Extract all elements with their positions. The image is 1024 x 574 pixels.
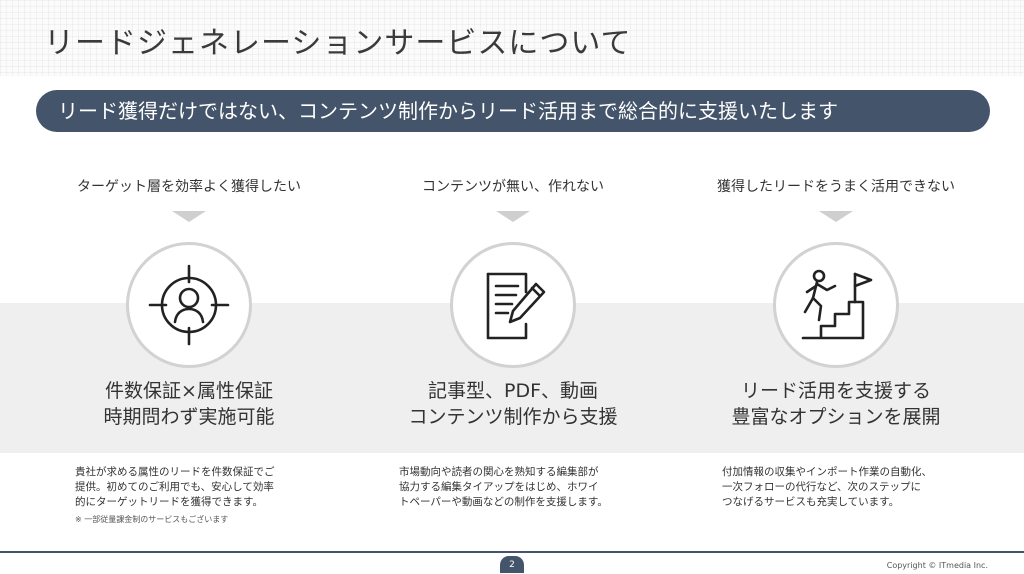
feature-description: 付加情報の収集やインポート作業の自動化、 一次フォローの代行など、次のステップに… [722, 466, 932, 508]
question-text: コンテンツが無い、作れない [422, 179, 604, 195]
feature-description: 市場動向や読者の関心を熟知する編集部が 協力する編集タイアップをはじめ、ホワイ … [399, 466, 608, 508]
feature-headline: 記事型、PDF、動画 コンテンツ制作から支援 [408, 380, 618, 428]
feature-description: 貴社が求める属性のリードを件数保証でご 提供。初めてのご利用でも、安心して効率 … [75, 466, 275, 508]
summary-banner: リード獲得だけではない、コンテンツ制作からリード活用まで総合的に支援いたします [36, 90, 990, 132]
feature-column-3: 獲得したリードをうまく活用できない リード活用を支援する 豊富なオプションを展開… [666, 176, 1006, 536]
icon-circle [450, 242, 576, 368]
down-arrow-icon [819, 211, 853, 222]
page-number: 2 [500, 556, 524, 573]
feature-column-2: コンテンツが無い、作れない 記事型、PDF、動画 コンテンツ制作から支援 市場動… [343, 176, 683, 536]
target-person-icon [148, 264, 230, 346]
footnote: ※ 一部従量課金制のサービスもございます [75, 515, 229, 524]
question-text: 獲得したリードをうまく活用できない [717, 179, 955, 195]
document-pen-icon [486, 272, 546, 340]
down-arrow-icon [496, 211, 530, 222]
question-text: ターゲット層を効率よく獲得したい [77, 179, 301, 195]
icon-circle [773, 242, 899, 368]
footer-line [0, 551, 1024, 553]
feature-headline: リード活用を支援する 豊富なオプションを展開 [731, 380, 941, 428]
feature-column-1: ターゲット層を効率よく獲得したい 件数保証×属性保証 時期問わず実施可能 貴社が… [19, 176, 359, 536]
down-arrow-icon [172, 211, 206, 222]
copyright: Copyright © ITmedia Inc. [886, 561, 988, 570]
page-title: リードジェネレーションサービスについて [44, 26, 632, 61]
icon-circle [126, 242, 252, 368]
climb-stairs-flag-icon [801, 269, 873, 340]
feature-headline: 件数保証×属性保証 時期問わず実施可能 [103, 380, 275, 428]
